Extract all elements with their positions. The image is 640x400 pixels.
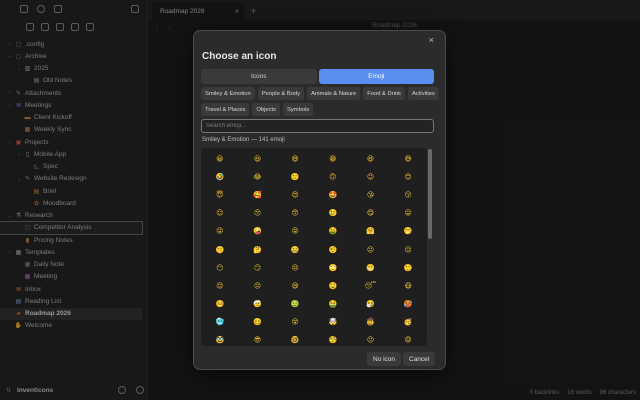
emoji-option[interactable]: 🤤 <box>328 282 337 290</box>
cancel-button[interactable]: Cancel <box>403 352 436 366</box>
emoji-option[interactable]: 🙃 <box>329 173 336 181</box>
emoji-option[interactable]: 😁 <box>329 155 336 163</box>
emoji-option[interactable]: 😋 <box>367 210 374 217</box>
emoji-option[interactable]: 😚 <box>254 210 261 217</box>
icon-type-switcher: Icons Emoji <box>201 69 434 84</box>
emoji-grid-scrollbar[interactable] <box>428 149 432 345</box>
emoji-option[interactable]: 🤒 <box>215 301 224 308</box>
category-chip[interactable]: Smiley & Emotion <box>201 87 255 100</box>
emoji-option[interactable]: 🥲 <box>328 210 337 217</box>
emoji-option[interactable]: 😶 <box>216 264 223 272</box>
emoji-option[interactable]: 🤧 <box>366 301 375 308</box>
emoji-option[interactable]: 🤯 <box>328 319 337 326</box>
emoji-option[interactable]: 🤥 <box>404 264 413 272</box>
emoji-option[interactable]: 😘 <box>367 191 374 199</box>
emoji-option[interactable]: 🤩 <box>328 191 337 199</box>
category-chip[interactable]: Animals & Nature <box>307 87 361 100</box>
emoji-option[interactable]: 🤐 <box>291 246 300 254</box>
category-chip[interactable]: Food & Drink <box>363 87 406 100</box>
emoji-option[interactable]: 😌 <box>216 282 223 290</box>
emoji-option[interactable]: 🤫 <box>215 246 224 254</box>
emoji-category-chips: Smiley & Emotion People & Body Animals & N… <box>201 87 441 116</box>
emoji-option[interactable]: 🤓 <box>291 337 300 344</box>
emoji-option[interactable]: 😑 <box>405 246 412 254</box>
category-chip[interactable]: People & Body <box>257 87 305 100</box>
emoji-option[interactable]: 🤢 <box>291 301 300 308</box>
emoji-option[interactable]: 🙄 <box>328 264 337 272</box>
emoji-option[interactable]: 🤗 <box>366 228 375 235</box>
emoji-option[interactable]: 🤣 <box>215 173 224 181</box>
emoji-option[interactable]: 😪 <box>292 282 299 290</box>
emoji-option[interactable]: 😀 <box>216 155 223 163</box>
emoji-option[interactable]: 😅 <box>405 155 412 163</box>
emoji-option[interactable]: 🤕 <box>253 301 262 308</box>
segment-emoji[interactable]: Emoji <box>318 69 434 84</box>
emoji-option[interactable]: 😟 <box>405 337 412 344</box>
close-icon[interactable]: × <box>429 35 434 45</box>
no-icon-button[interactable]: No icon <box>367 352 402 366</box>
emoji-option[interactable]: 🤨 <box>328 246 337 254</box>
emoji-option[interactable]: 🤭 <box>404 228 413 235</box>
emoji-option[interactable]: 🤪 <box>253 228 262 235</box>
emoji-option[interactable]: 🤔 <box>253 246 262 254</box>
scrollbar-thumb[interactable] <box>428 149 432 239</box>
emoji-option[interactable]: 😜 <box>216 228 223 235</box>
emoji-option[interactable]: 🤮 <box>328 301 337 308</box>
emoji-option[interactable]: 🙂 <box>291 173 300 181</box>
emoji-option[interactable]: 🥵 <box>404 301 413 308</box>
icon-picker-modal: × Choose an icon Icons Emoji Smiley & Emo… <box>193 30 446 370</box>
emoji-search-input[interactable] <box>201 119 434 133</box>
emoji-option[interactable]: 😙 <box>292 210 299 217</box>
emoji-option[interactable]: 😎 <box>254 337 261 344</box>
emoji-option[interactable]: 😇 <box>216 191 223 199</box>
segment-icons[interactable]: Icons <box>201 69 317 84</box>
emoji-option[interactable]: 😬 <box>366 264 375 272</box>
emoji-option[interactable]: ☺ <box>216 210 223 217</box>
emoji-option[interactable]: 😃 <box>254 155 261 163</box>
emoji-option[interactable]: 🤑 <box>328 228 337 235</box>
emoji-option[interactable]: 😐 <box>367 246 374 254</box>
emoji-option[interactable]: 🥳 <box>404 319 413 326</box>
emoji-option[interactable]: 😄 <box>292 155 299 163</box>
emoji-option[interactable]: 🥰 <box>253 191 262 199</box>
modal-title: Choose an icon <box>202 51 277 62</box>
category-chip[interactable]: Symbols <box>283 103 314 116</box>
emoji-option[interactable]: 😉 <box>367 173 374 181</box>
category-chip[interactable]: Activities <box>408 87 439 100</box>
category-chip[interactable]: Travel & Places <box>201 103 250 116</box>
emoji-option[interactable]: 😵 <box>292 319 299 326</box>
emoji-option[interactable]: 😏 <box>254 264 261 272</box>
emoji-option[interactable]: 😴 <box>365 282 376 290</box>
emoji-option[interactable]: 🥸 <box>215 337 224 344</box>
emoji-option[interactable]: 😊 <box>405 173 412 181</box>
emoji-option[interactable]: 😛 <box>405 210 412 217</box>
emoji-option[interactable]: 🥶 <box>215 319 224 326</box>
emoji-option[interactable]: 😍 <box>292 191 299 199</box>
emoji-count-label: Smiley & Emotion — 141 emoji <box>202 137 285 143</box>
emoji-option[interactable]: 😒 <box>292 264 299 272</box>
emoji-option[interactable]: 🤠 <box>366 319 375 326</box>
emoji-grid: 😀 😃 😄 😁 😆 😅 🤣 😂 🙂 🙃 😉 😊 😇 🥰 😍 🤩 😘 😗 ☺ 😚 😙 🥲 😋 😛 😜 🤪 😝 🤑 🤗 🤭 🤫 🤔 🤐 🤨 😐 😑 😶 😏 😒 🙄… <box>201 148 427 346</box>
app-window: › ▢ .config ⌄ ▢ Archive ⌄ ▥ 2025 ▤ Old Notes › ✎ Atta… <box>0 0 640 400</box>
emoji-option[interactable]: 😝 <box>292 228 299 235</box>
emoji-option[interactable]: 😕 <box>367 337 374 344</box>
emoji-option[interactable]: 😔 <box>254 282 261 290</box>
emoji-option[interactable]: 😷 <box>405 282 412 290</box>
emoji-option[interactable]: 😗 <box>405 191 412 199</box>
emoji-option[interactable]: 🧐 <box>328 337 337 344</box>
emoji-option[interactable]: 😆 <box>367 155 374 163</box>
emoji-option[interactable]: 🥴 <box>253 319 262 326</box>
emoji-option[interactable]: 😂 <box>253 173 261 181</box>
category-chip[interactable]: Objects <box>252 103 281 116</box>
